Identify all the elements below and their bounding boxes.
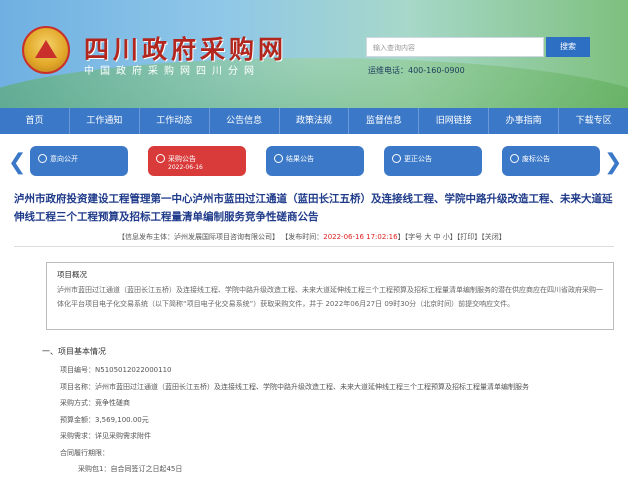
tab-correction[interactable]: 更正公告 bbox=[384, 146, 482, 176]
nav-item-home[interactable]: 首页 bbox=[0, 108, 70, 134]
site-subtitle: 中国政府采购网四川分网 bbox=[84, 66, 260, 77]
site-header: 四川政府采购网 中国政府采购网四川分网 输入查询内容 搜索 运维电话：400-1… bbox=[0, 0, 628, 108]
cancel-icon bbox=[510, 154, 519, 163]
overview-heading: 项目概况 bbox=[57, 270, 87, 279]
notice-tabs: 意向公开 采购公告 2022-06-16 结果公告 更正公告 废标公告 bbox=[30, 146, 600, 182]
chevron-left-icon[interactable]: ❮ bbox=[8, 150, 26, 175]
chevron-right-icon[interactable]: ❯ bbox=[604, 150, 622, 175]
nav-item-announcements[interactable]: 公告信息 bbox=[210, 108, 280, 134]
tab-procurement[interactable]: 采购公告 2022-06-16 bbox=[148, 146, 246, 176]
result-icon bbox=[274, 154, 283, 163]
project-info-list: 项目编号：N5105012022000110 项目名称：泸州市蓝田过江通道（蓝田… bbox=[60, 362, 529, 477]
nav-item-guide[interactable]: 办事指南 bbox=[489, 108, 560, 134]
info-item: 预算金额：3,569,100.00元 bbox=[60, 415, 149, 424]
project-overview-box: 项目概况 泸州市蓝田过江通道（蓝田长江五桥）及连接线工程、学院中路升级改造工程、… bbox=[46, 262, 614, 330]
site-title: 四川政府采购网 bbox=[84, 35, 288, 64]
bell-icon bbox=[38, 154, 47, 163]
overview-body: 泸州市蓝田过江通道（蓝田长江五桥）及连接线工程、学院中路升级改造工程、未来大道延… bbox=[57, 286, 603, 308]
document-icon bbox=[156, 154, 165, 163]
info-item: 采购方式：竞争性磋商 bbox=[60, 399, 130, 407]
tab-cancel[interactable]: 废标公告 bbox=[502, 146, 600, 176]
info-item: 采购包1：自合同签订之日起45日 bbox=[78, 465, 183, 473]
nav-item-supervision[interactable]: 监督信息 bbox=[349, 108, 420, 134]
national-emblem-icon bbox=[22, 26, 70, 74]
nav-item-notices[interactable]: 工作通知 bbox=[70, 108, 140, 134]
nav-item-policies[interactable]: 政策法规 bbox=[280, 108, 350, 134]
meta-time: 2022-06-16 17:02:16 bbox=[323, 233, 398, 241]
article-meta: 【信息发布主体：泸州发展国际项目咨询有限公司】 【发布时间：2022-06-16… bbox=[118, 232, 506, 242]
meta-time-label: 【发布时间： bbox=[281, 233, 324, 241]
section-heading: 一、项目基本情况 bbox=[42, 347, 106, 356]
info-item: 项目编号：N5105012022000110 bbox=[60, 366, 172, 374]
info-item: 合同履行期限： bbox=[60, 448, 109, 457]
tab-result[interactable]: 结果公告 bbox=[266, 146, 364, 176]
divider bbox=[14, 246, 614, 247]
tab-intent[interactable]: 意向公开 bbox=[30, 146, 128, 176]
nav-item-downloads[interactable]: 下载专区 bbox=[559, 108, 628, 134]
article-title: 泸州市政府投资建设工程管理第一中心泸州市蓝田过江通道（蓝田长江五桥）及连接线工程… bbox=[14, 193, 613, 223]
info-item: 采购需求：详见采购需求附件 bbox=[60, 432, 151, 440]
edit-icon bbox=[392, 154, 401, 163]
meta-font-controls[interactable]: 】【字号 大 中 小】【打印】【关闭】 bbox=[398, 233, 506, 241]
nav-item-news[interactable]: 工作动态 bbox=[140, 108, 210, 134]
info-item: 项目名称：泸州市蓝田过江通道（蓝田长江五桥）及连接线工程、学院中路升级改造工程、… bbox=[60, 382, 529, 391]
hotline-text: 运维电话：400-160-0900 bbox=[368, 66, 465, 75]
nav-item-old-site[interactable]: 旧网链接 bbox=[419, 108, 490, 134]
search-button[interactable]: 搜索 bbox=[546, 37, 590, 57]
meta-source: 【信息发布主体：泸州发展国际项目咨询有限公司】 bbox=[118, 233, 279, 241]
main-nav: 首页 工作通知 工作动态 公告信息 政策法规 监督信息 旧网链接 办事指南 下载… bbox=[0, 108, 628, 134]
search-input[interactable]: 输入查询内容 bbox=[366, 37, 544, 57]
